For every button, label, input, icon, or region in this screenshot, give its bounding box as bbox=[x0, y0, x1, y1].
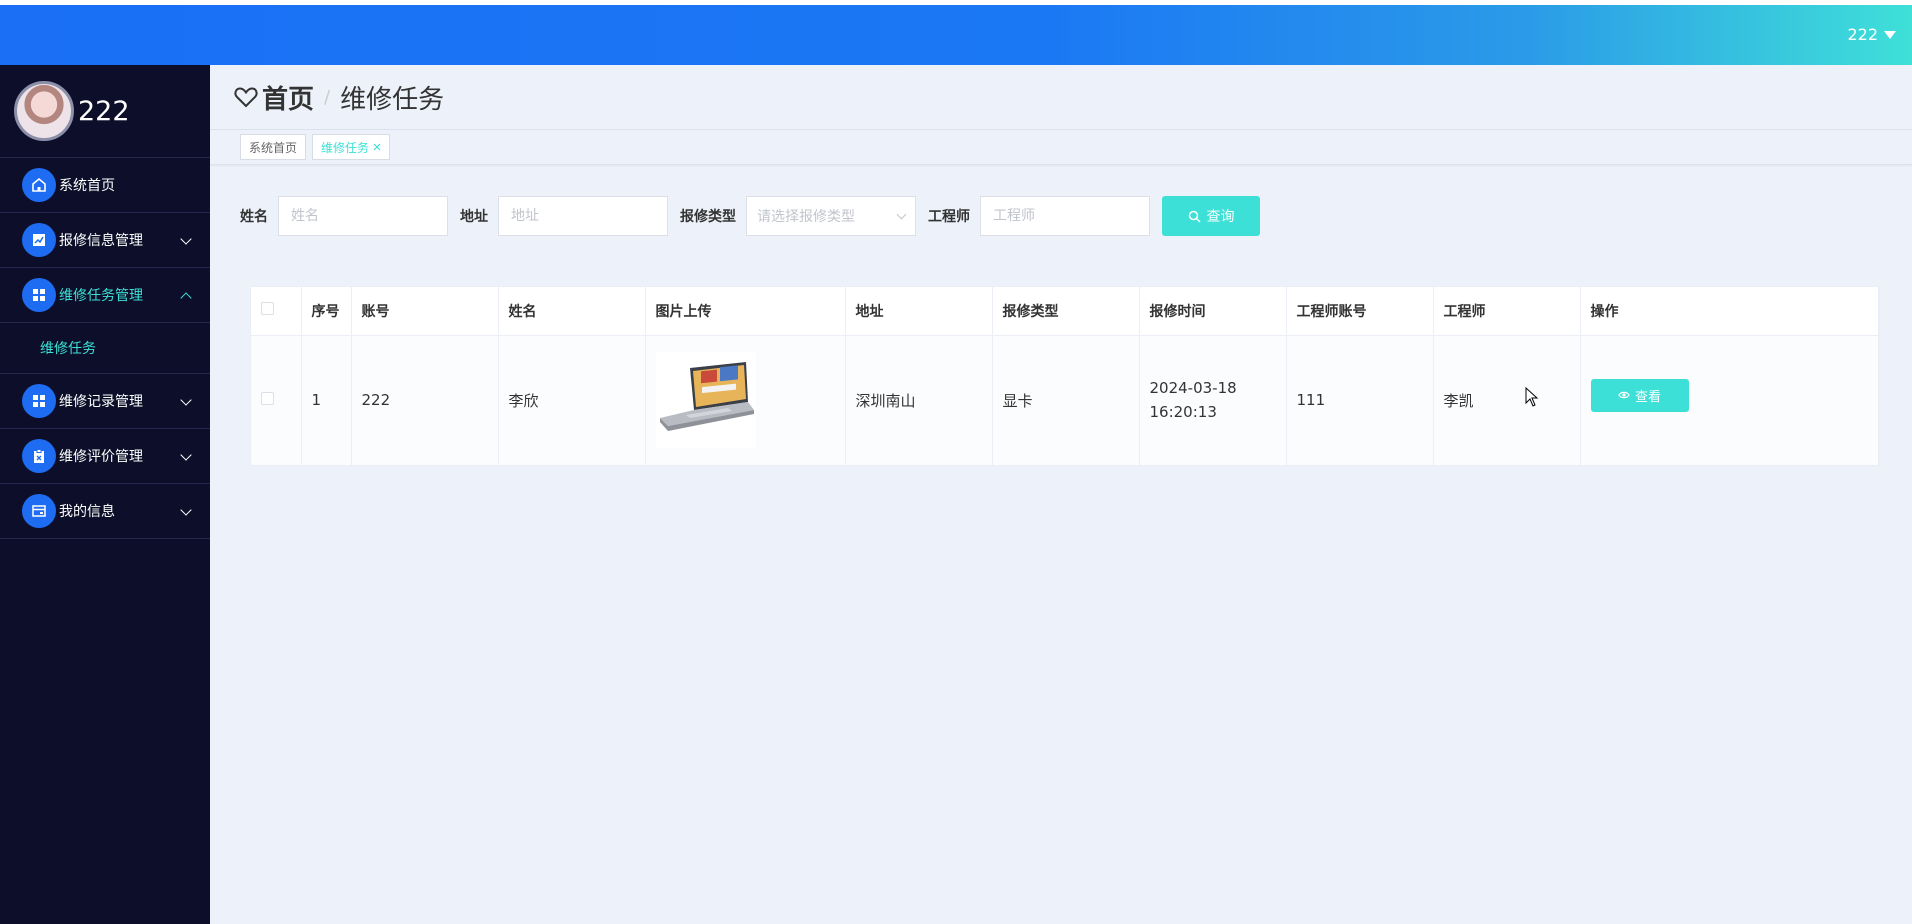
tag-repair-task[interactable]: 维修任务 bbox=[312, 134, 391, 160]
address-input[interactable] bbox=[498, 196, 668, 236]
close-icon[interactable] bbox=[373, 143, 381, 151]
eye-icon bbox=[1618, 392, 1630, 399]
row-select-cell bbox=[251, 335, 302, 465]
grid-icon bbox=[22, 384, 56, 418]
repair-type-label: 报修类型 bbox=[680, 209, 736, 225]
profile-name: 222 bbox=[78, 95, 130, 127]
sidebar-item-home[interactable]: 系统首页 bbox=[0, 158, 210, 213]
sidebar-item-label: 维修评价管理 bbox=[59, 449, 143, 465]
cell-image bbox=[645, 335, 846, 465]
select-all-checkbox[interactable] bbox=[261, 302, 274, 316]
home-icon bbox=[22, 168, 56, 202]
tag-home[interactable]: 系统首页 bbox=[240, 134, 307, 160]
cell-repair-time: 2024-03-18 16:20:13 bbox=[1139, 335, 1287, 465]
sidebar-item-label: 我的信息 bbox=[59, 504, 115, 520]
user-name: 222 bbox=[1847, 25, 1878, 44]
sidebar-subitem-label: 维修任务 bbox=[40, 341, 96, 357]
sidebar-subitem-repair-task[interactable]: 维修任务 bbox=[0, 323, 210, 374]
breadcrumb-current: 维修任务 bbox=[340, 84, 445, 115]
sidebar-item-label: 报修信息管理 bbox=[59, 233, 143, 249]
sidebar-item-label: 维修记录管理 bbox=[59, 394, 143, 410]
engineer-input[interactable] bbox=[980, 196, 1150, 236]
repair-type-placeholder: 请选择报修类型 bbox=[757, 209, 855, 225]
sidebar-item-repair-record[interactable]: 维修记录管理 bbox=[0, 374, 210, 429]
user-menu[interactable]: 222 bbox=[1847, 25, 1896, 44]
chevron-down-icon bbox=[896, 209, 907, 219]
column-header: 工程师账号 bbox=[1286, 287, 1434, 336]
avatar bbox=[14, 81, 74, 141]
column-header: 报修时间 bbox=[1139, 287, 1287, 336]
tag-label: 维修任务 bbox=[321, 140, 370, 155]
view-button[interactable]: 查看 bbox=[1590, 378, 1689, 412]
cell-index: 1 bbox=[301, 335, 352, 465]
view-button-label: 查看 bbox=[1634, 389, 1661, 405]
sidebar: 222 系统首页 报修信息管理 维修任务管理 维修任务 维修记录管理 维修评价管… bbox=[0, 65, 210, 924]
table-row: 1 222 李欣 深圳南山 显卡 2024-03-18 16:20:13 111… bbox=[251, 335, 1879, 465]
breadcrumb: 首页 / 维修任务 bbox=[210, 65, 1912, 130]
sidebar-item-label: 系统首页 bbox=[59, 178, 115, 194]
sidebar-item-label: 维修任务管理 bbox=[59, 288, 143, 304]
search-form: 姓名 地址 报修类型 请选择报修类型 工程师 查询 bbox=[240, 196, 1260, 236]
chevron-down-icon bbox=[180, 504, 192, 516]
caret-down-icon bbox=[1884, 30, 1896, 39]
chevron-down-icon bbox=[180, 394, 192, 406]
cell-address: 深圳南山 bbox=[845, 335, 993, 465]
select-all-cell bbox=[251, 287, 302, 336]
repair-time-text: 2024-03-18 16:20:13 bbox=[1149, 379, 1237, 422]
task-table: 序号 账号 姓名 图片上传 地址 报修类型 报修时间 工程师账号 工程师 操作 … bbox=[250, 286, 1880, 466]
name-input[interactable] bbox=[278, 196, 448, 236]
sidebar-item-my-info[interactable]: 我的信息 bbox=[0, 484, 210, 539]
search-button-label: 查询 bbox=[1206, 209, 1235, 225]
clipboard-icon bbox=[22, 439, 56, 473]
profile: 222 bbox=[0, 65, 210, 158]
breadcrumb-home[interactable]: 首页 bbox=[262, 79, 314, 116]
column-header: 姓名 bbox=[498, 287, 646, 336]
mouse-cursor-icon bbox=[1525, 387, 1539, 407]
column-header: 工程师 bbox=[1433, 287, 1581, 336]
chevron-down-icon bbox=[180, 449, 192, 461]
cell-actions: 查看 bbox=[1580, 335, 1879, 465]
heart-icon bbox=[234, 87, 258, 108]
top-header: 222 bbox=[0, 5, 1912, 65]
main-content: 首页 / 维修任务 系统首页 维修任务 姓名 地址 报修类型 请选择报修类型 工… bbox=[210, 65, 1912, 924]
cell-account: 222 bbox=[351, 335, 499, 465]
column-header: 图片上传 bbox=[645, 287, 846, 336]
grid-icon bbox=[22, 278, 56, 312]
sidebar-item-repair-info[interactable]: 报修信息管理 bbox=[0, 213, 210, 268]
cell-repair-type: 显卡 bbox=[992, 335, 1140, 465]
address-label: 地址 bbox=[460, 209, 488, 225]
search-button[interactable]: 查询 bbox=[1162, 196, 1260, 236]
row-checkbox[interactable] bbox=[261, 392, 274, 406]
chevron-up-icon bbox=[180, 292, 192, 304]
column-header: 账号 bbox=[351, 287, 499, 336]
repair-type-select[interactable]: 请选择报修类型 bbox=[746, 196, 916, 236]
engineer-label: 工程师 bbox=[928, 209, 970, 225]
cell-engineer: 李凯 bbox=[1433, 335, 1581, 465]
cell-name: 李欣 bbox=[498, 335, 646, 465]
search-icon bbox=[1188, 210, 1201, 223]
tag-label: 系统首页 bbox=[249, 140, 298, 155]
sidebar-item-repair-task[interactable]: 维修任务管理 bbox=[0, 268, 210, 323]
laptop-image[interactable] bbox=[655, 352, 756, 449]
tags-view: 系统首页 维修任务 bbox=[210, 130, 1912, 165]
column-header: 序号 bbox=[301, 287, 352, 336]
cell-engineer-account: 111 bbox=[1286, 335, 1434, 465]
card-icon bbox=[22, 494, 56, 528]
column-header: 操作 bbox=[1580, 287, 1879, 336]
chevron-down-icon bbox=[180, 233, 192, 245]
table-header-row: 序号 账号 姓名 图片上传 地址 报修类型 报修时间 工程师账号 工程师 操作 bbox=[251, 287, 1879, 336]
column-header: 报修类型 bbox=[992, 287, 1140, 336]
name-label: 姓名 bbox=[240, 209, 268, 225]
column-header: 地址 bbox=[845, 287, 993, 336]
sidebar-item-repair-review[interactable]: 维修评价管理 bbox=[0, 429, 210, 484]
chart-icon bbox=[22, 223, 56, 257]
breadcrumb-separator: / bbox=[324, 86, 331, 108]
